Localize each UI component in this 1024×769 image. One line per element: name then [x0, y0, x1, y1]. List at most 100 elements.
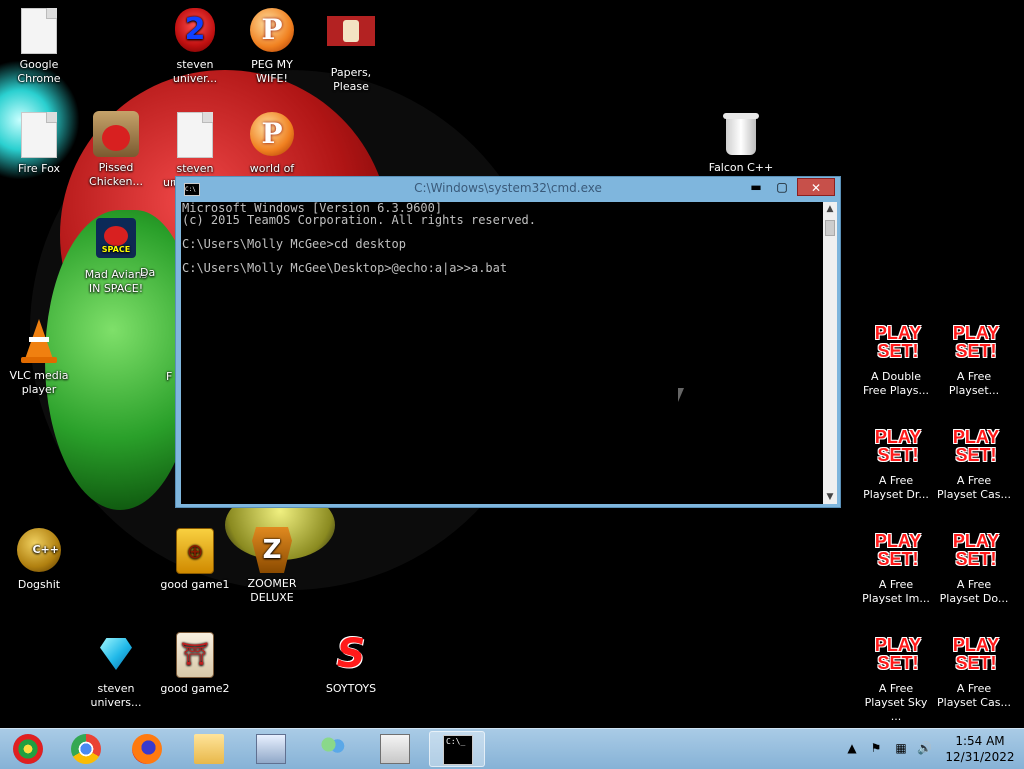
icon-label: A Free Playset... [948, 370, 1000, 397]
taskbar: C:\_ ▲ ⚑ ▦ 🔊 1:54 AM 12/31/2022 [0, 728, 1024, 769]
taskbar-start-button[interactable] [0, 731, 56, 767]
desktop-icon-playset-6[interactable]: PLAY SET! A Free Playset Do... [937, 526, 1011, 606]
icon-label: SOYTOYS [325, 682, 377, 695]
desktop-icon-playset-7[interactable]: PLAY SET! A Free Playset Sky ... [859, 630, 933, 724]
playset-icon: PLAY SET! [874, 427, 922, 465]
taskbar-chrome[interactable] [58, 731, 114, 767]
partial-icon-label: Da [140, 266, 156, 279]
volume-icon[interactable]: 🔊 [917, 741, 932, 755]
taskbar-firefox[interactable] [119, 731, 175, 767]
mouse-cursor-icon [678, 388, 684, 402]
console-line: (c) 2015 TeamOS Corporation. All rights … [182, 213, 537, 227]
cmd-title-bar[interactable]: C:\ C:\Windows\system32\cmd.exe ▬ ▢ ✕ [176, 177, 840, 201]
taskbar-clock[interactable]: 1:54 AM 12/31/2022 [940, 733, 1020, 765]
icon-label: VLC media player [9, 369, 69, 396]
console-line: C:\Users\Molly McGee>cd desktop [182, 237, 406, 251]
taskbar-photo-viewer[interactable] [243, 731, 299, 767]
desktop-icon-playset-2[interactable]: PLAY SET! A Free Playset... [937, 318, 1011, 398]
icon-label: A Free Playset Sky ... [864, 682, 928, 723]
users-icon [318, 734, 348, 764]
icon-label: good game2 [160, 682, 230, 695]
desktop-icon-fire-fox[interactable]: Fire Fox [2, 110, 76, 176]
steven-universe-2-icon: 2 [175, 8, 215, 52]
taskbar-file-explorer[interactable] [181, 731, 237, 767]
maximize-button[interactable]: ▢ [769, 178, 795, 196]
file-icon [21, 112, 57, 158]
icon-label: A Free Playset Im... [862, 578, 930, 605]
desktop-icon-dogshit[interactable]: C++ Dogshit [2, 526, 76, 592]
desktop-icon-mad-avians[interactable]: Mad Avians IN SPACE! [79, 214, 153, 296]
action-center-flag-icon[interactable]: ⚑ [869, 741, 883, 755]
desktop-icon-good-game1[interactable]: ⊕ good game1 [158, 526, 232, 592]
taskbar-users-app[interactable] [305, 731, 361, 767]
mahjong-torii-icon: ⛩ [176, 632, 214, 678]
clock-date: 12/31/2022 [945, 750, 1015, 764]
icon-label: PEG MY WIFE! [251, 58, 293, 85]
cmd-window[interactable]: C:\ C:\Windows\system32\cmd.exe ▬ ▢ ✕ Mi… [175, 176, 841, 508]
photo-icon [256, 734, 286, 764]
desktop-icon-playset-4[interactable]: PLAY SET! A Free Playset Cas... [937, 422, 1011, 502]
cmd-console-output[interactable]: Microsoft Windows [Version 6.3.9600] (c)… [181, 202, 823, 504]
taskbar-store-app[interactable] [367, 731, 423, 767]
taskbar-command-prompt[interactable]: C:\_ [429, 731, 485, 767]
minimize-button[interactable]: ▬ [743, 178, 769, 196]
icon-label: A Free Playset Dr... [863, 474, 929, 501]
desktop-icon-steven-universe-1[interactable]: 2 steven univer... [158, 6, 232, 86]
playset-icon: PLAY SET! [952, 427, 1000, 465]
icon-label: Falcon C++ [708, 161, 774, 174]
desktop-icon-pissed-chicken[interactable]: Pissed Chicken... [79, 110, 153, 189]
icon-label: good game1 [160, 578, 230, 591]
desktop-icon-falcon-cpp[interactable]: Falcon C++ [704, 110, 778, 175]
chrome-icon [71, 734, 101, 764]
diamond-gem-icon [96, 632, 136, 676]
icon-label: Dogshit [17, 578, 61, 591]
icon-label: Google Chrome [17, 58, 61, 85]
desktop-icon-vlc[interactable]: VLC media player [2, 318, 76, 397]
playset-icon: PLAY SET! [874, 323, 922, 361]
desktop-icon-playset-3[interactable]: PLAY SET! A Free Playset Dr... [859, 422, 933, 502]
desktop-icon-playset-8[interactable]: PLAY SET! A Free Playset Cas... [937, 630, 1011, 710]
desktop-icon-good-game2[interactable]: ⛩ good game2 [158, 630, 232, 696]
desktop-icon-google-chrome[interactable]: Google Chrome [2, 6, 76, 86]
cmd-window-title: C:\Windows\system32\cmd.exe [414, 181, 602, 195]
scroll-up-arrow-icon[interactable]: ▲ [823, 202, 837, 216]
cmd-scrollbar[interactable]: ▲ ▼ [823, 202, 837, 504]
folder-icon [194, 734, 224, 764]
icon-label: A Double Free Plays... [863, 370, 929, 397]
playset-icon: PLAY SET! [874, 635, 922, 673]
clock-time: 1:54 AM [955, 734, 1005, 748]
desktop-icon-playset-1[interactable]: PLAY SET! A Double Free Plays... [859, 318, 933, 398]
icon-label: Papers, Please [330, 66, 372, 93]
falcon-cpp-icon: C++ [17, 528, 61, 572]
p-logo-icon: P [250, 8, 294, 52]
angry-bird-space-icon [96, 218, 136, 258]
network-icon[interactable]: ▦ [894, 741, 908, 755]
scroll-thumb[interactable] [825, 220, 835, 236]
soytoys-s-icon: S [336, 631, 366, 677]
recycle-bin-icon [723, 111, 759, 157]
desktop-icon-papers-please[interactable]: Papers, Please [314, 6, 388, 94]
tray-overflow-icon[interactable]: ▲ [845, 741, 859, 755]
store-icon [380, 734, 410, 764]
zoomer-z-icon: Z [252, 527, 292, 573]
scroll-down-arrow-icon[interactable]: ▼ [823, 490, 837, 504]
close-button[interactable]: ✕ [797, 178, 835, 196]
playset-icon: PLAY SET! [874, 531, 922, 569]
desktop-icon-playset-5[interactable]: PLAY SET! A Free Playset Im... [859, 526, 933, 606]
desktop-icon-steven-universe-3[interactable]: steven univers... [79, 630, 153, 710]
icon-label: steven univers... [90, 682, 142, 709]
start-orb-icon [13, 734, 43, 764]
console-line: C:\Users\Molly McGee\Desktop>@echo:a|a>>… [182, 261, 508, 275]
desktop-icon-soytoys[interactable]: S SOYTOYS [314, 630, 388, 696]
angry-bird-seasons-icon [93, 111, 139, 157]
p-logo-icon: P [250, 112, 294, 156]
desktop-icon-zoomer-deluxe[interactable]: Z ZOOMER DELUXE [235, 526, 309, 605]
firefox-icon [132, 734, 162, 764]
desktop-icon-peg-my-wife[interactable]: P PEG MY WIFE! [235, 6, 309, 86]
desktop-icon-world-of[interactable]: P world of [235, 110, 309, 176]
mahjong-tile-icon: ⊕ [176, 528, 214, 574]
icon-label: ZOOMER DELUXE [247, 577, 297, 604]
papers-please-icon [327, 16, 375, 46]
vlc-cone-icon [19, 319, 59, 365]
cmd-icon: C:\_ [443, 735, 473, 765]
